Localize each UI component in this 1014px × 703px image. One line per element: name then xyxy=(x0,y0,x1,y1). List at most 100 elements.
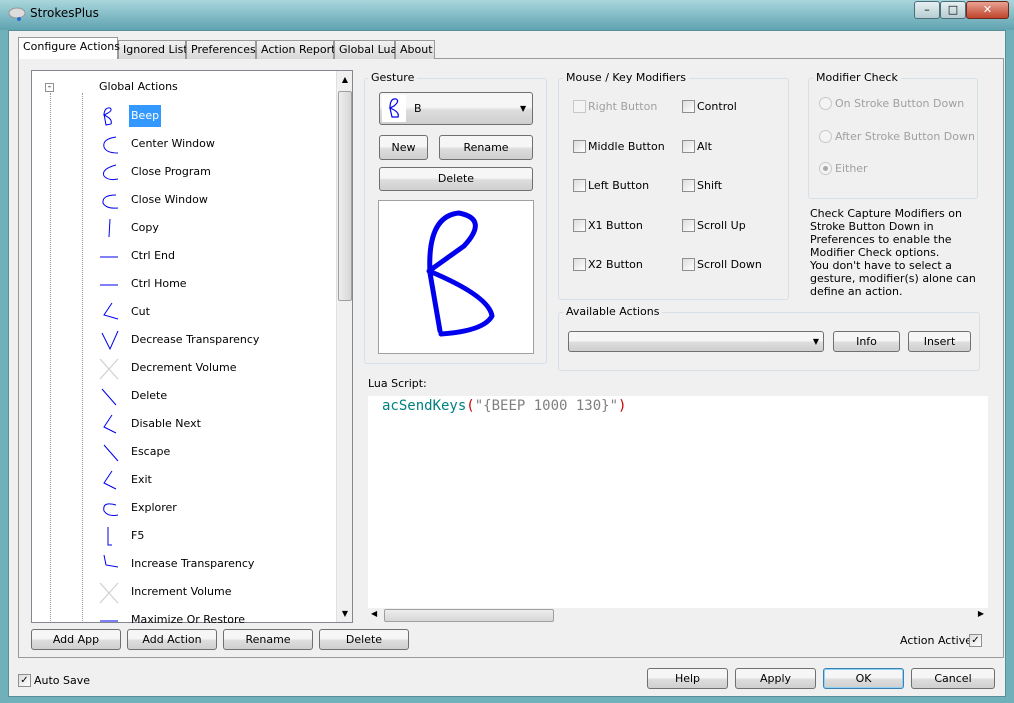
tree-item-label: Increment Volume xyxy=(131,585,232,598)
available-actions-label: Available Actions xyxy=(563,305,663,318)
tree-item[interactable]: Decrease Transparency xyxy=(98,329,328,351)
gesture-icon xyxy=(107,527,112,546)
modifier-checkbox[interactable] xyxy=(573,218,586,232)
auto-save-checkbox[interactable]: ✓ xyxy=(18,674,31,687)
gesture-icon xyxy=(108,218,111,238)
tree-item[interactable]: Ctrl End xyxy=(98,245,328,267)
tab-action-report[interactable]: Action Report xyxy=(256,40,335,59)
apply-button[interactable]: Apply xyxy=(735,668,816,689)
tree-item-label: Delete xyxy=(131,389,168,402)
modifiers-label: Mouse / Key Modifiers xyxy=(563,71,690,84)
info-button[interactable]: Info xyxy=(833,331,900,352)
action-active-checkbox[interactable]: ✓ xyxy=(969,634,982,647)
tree-item[interactable]: Decrement Volume xyxy=(98,357,328,380)
tree-item-label: Escape xyxy=(131,445,171,458)
delete-action-button[interactable]: Delete xyxy=(319,629,409,650)
tree-item[interactable]: Increment Volume xyxy=(98,581,328,604)
close-button[interactable]: ✕ xyxy=(966,1,1009,19)
modifier-label: X2 Button xyxy=(588,258,643,271)
scroll-left-icon[interactable]: ◀ xyxy=(371,609,377,618)
tab-preferences[interactable]: Preferences xyxy=(186,40,256,59)
modifier-checkbox[interactable] xyxy=(682,139,695,153)
new-gesture-button[interactable]: New xyxy=(379,135,428,160)
modifier-checkbox[interactable] xyxy=(573,258,586,271)
gesture-preview xyxy=(378,200,534,354)
delete-gesture-button[interactable]: Delete xyxy=(379,167,533,191)
modifier-label: Left Button xyxy=(588,179,650,192)
modifier-checkbox[interactable] xyxy=(682,218,695,232)
modifier-label: Right Button xyxy=(588,100,658,113)
tab-configure-actions[interactable]: Configure Actions xyxy=(18,37,120,59)
tree-item[interactable]: Explorer xyxy=(98,497,328,519)
modifier-label: Middle Button xyxy=(588,139,665,153)
tree-line xyxy=(50,93,51,622)
gesture-icon xyxy=(101,388,117,406)
tree-item[interactable]: Disable Next xyxy=(98,413,328,435)
modifier-check-radio[interactable] xyxy=(819,129,832,143)
tree-item[interactable]: Center Window xyxy=(98,133,328,155)
tree-item-label: Increase Transparency xyxy=(131,557,255,570)
gesture-stroke xyxy=(426,210,495,337)
ok-button[interactable]: OK xyxy=(823,668,904,689)
tree-item[interactable]: Ctrl Home xyxy=(98,273,328,295)
maximize-button[interactable]: □ xyxy=(940,1,966,19)
tree-item-label: Copy xyxy=(131,221,159,234)
collapse-icon[interactable]: - xyxy=(45,83,54,92)
app-icon xyxy=(8,7,26,21)
modifier-checkbox[interactable] xyxy=(573,179,586,192)
modifier-label: Alt xyxy=(697,139,712,153)
gesture-icon xyxy=(99,358,119,380)
scroll-up-icon[interactable]: ▲ xyxy=(337,75,352,84)
modifier-check-radio[interactable] xyxy=(819,97,832,110)
scroll-down-icon[interactable]: ▼ xyxy=(337,609,352,618)
tree-item[interactable]: Delete xyxy=(98,385,328,407)
add-action-button[interactable]: Add Action xyxy=(127,629,217,650)
tree-item[interactable]: Cut xyxy=(98,301,328,323)
tree-item[interactable]: Exit xyxy=(98,469,328,491)
tab-about[interactable]: About xyxy=(395,40,435,59)
lua-hscrollbar[interactable]: ◀ ▶ xyxy=(368,608,988,623)
gesture-icon xyxy=(102,107,112,126)
minimize-button[interactable]: – xyxy=(914,1,940,19)
tab-ignored-list[interactable]: Ignored List xyxy=(118,40,188,59)
tree-item[interactable]: Close Window xyxy=(98,189,328,211)
lua-paren-close: ) xyxy=(618,398,627,414)
available-actions-dropdown[interactable]: ▼ xyxy=(568,331,824,352)
tree-item-label: Explorer xyxy=(131,501,177,514)
lua-func: acSendKeys xyxy=(382,398,467,414)
scroll-thumb[interactable] xyxy=(338,91,352,301)
tree-scrollbar[interactable]: ▲ ▼ xyxy=(336,71,352,622)
modifier-check-radio[interactable] xyxy=(819,162,832,175)
modifier-label: Shift xyxy=(697,179,723,192)
action-active-label: Action Active xyxy=(900,634,972,647)
cancel-button[interactable]: Cancel xyxy=(911,668,995,689)
tree-item[interactable]: Close Program xyxy=(98,161,328,183)
modifier-checkbox[interactable] xyxy=(573,139,586,153)
tree-item[interactable]: Copy xyxy=(98,217,328,239)
tab-global-lua[interactable]: Global Lua xyxy=(334,40,397,59)
tree-item[interactable]: Beep xyxy=(98,105,328,127)
modifier-checkbox[interactable] xyxy=(573,100,586,113)
add-app-button[interactable]: Add App xyxy=(31,629,121,650)
help-button[interactable]: Help xyxy=(647,668,728,689)
gesture-label: Gesture xyxy=(368,71,418,84)
lua-script-editor[interactable]: acSendKeys("{BEEP 1000 130}") xyxy=(368,396,988,622)
tree-root[interactable]: Global Actions xyxy=(99,78,178,96)
modifier-checkbox[interactable] xyxy=(682,258,695,271)
rename-gesture-button[interactable]: Rename xyxy=(439,135,533,160)
gesture-icon xyxy=(102,194,119,209)
insert-button[interactable]: Insert xyxy=(908,331,971,352)
gesture-dropdown[interactable]: B ▼ xyxy=(379,92,533,125)
modifier-checkbox[interactable] xyxy=(682,179,695,192)
tree-item[interactable]: Escape xyxy=(98,441,328,463)
gesture-value: B xyxy=(414,102,422,115)
tree-item[interactable]: F5 xyxy=(98,525,328,547)
rename-action-button[interactable]: Rename xyxy=(223,629,313,650)
gesture-icon xyxy=(101,330,119,351)
tree-item[interactable]: Increase Transparency xyxy=(98,553,328,575)
modifier-check-option: After Stroke Button Down xyxy=(835,129,975,143)
scroll-right-icon[interactable]: ▶ xyxy=(978,609,984,618)
tree-item[interactable]: Maximize Or Restore xyxy=(98,609,328,631)
modifier-checkbox[interactable] xyxy=(682,100,695,113)
scroll-thumb[interactable] xyxy=(384,609,554,622)
